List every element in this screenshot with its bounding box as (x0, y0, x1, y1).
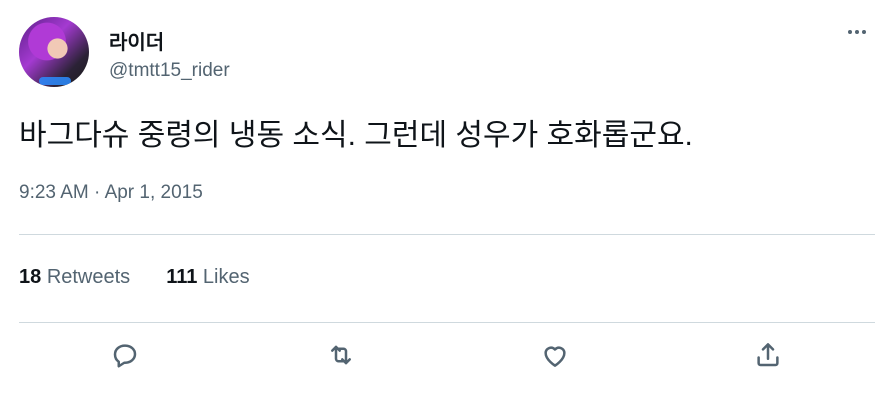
like-button[interactable] (537, 337, 573, 373)
tweet-date[interactable]: Apr 1, 2015 (105, 182, 203, 203)
reply-button[interactable] (107, 337, 143, 373)
retweets-stat[interactable]: 18 Retweets (19, 266, 130, 289)
likes-count: 111 (166, 266, 198, 288)
action-bar (0, 337, 894, 373)
avatar-badge (39, 77, 71, 85)
retweets-label: Retweets (46, 266, 131, 288)
share-button[interactable] (750, 337, 786, 373)
avatar[interactable] (19, 17, 89, 87)
divider (19, 322, 875, 323)
share-icon (757, 343, 779, 367)
likes-label: Likes (202, 266, 250, 288)
retweets-count: 18 (19, 266, 42, 288)
likes-stat[interactable]: 111 Likes (166, 266, 249, 289)
heart-icon (544, 346, 566, 367)
display-name[interactable]: 라이더 (109, 26, 164, 55)
retweet-button[interactable] (323, 337, 359, 373)
divider (19, 234, 875, 235)
timestamp-separator: · (88, 182, 105, 203)
more-icon[interactable] (842, 22, 872, 42)
tweet-time[interactable]: 9:23 AM (19, 182, 89, 203)
retweet-icon (331, 345, 351, 365)
tweet-card: 라이더 @tmtt15_rider 바그다슈 중령의 냉동 소식. 그런데 성우… (0, 0, 894, 409)
reply-icon (113, 344, 137, 368)
tweet-stats: 18 Retweets 111 Likes (19, 266, 250, 289)
tweet-timestamp: 9:23 AM · Apr 1, 2015 (19, 182, 203, 204)
user-handle[interactable]: @tmtt15_rider (109, 60, 230, 82)
tweet-text: 바그다슈 중령의 냉동 소식. 그런데 성우가 호화롭군요. (19, 119, 693, 152)
